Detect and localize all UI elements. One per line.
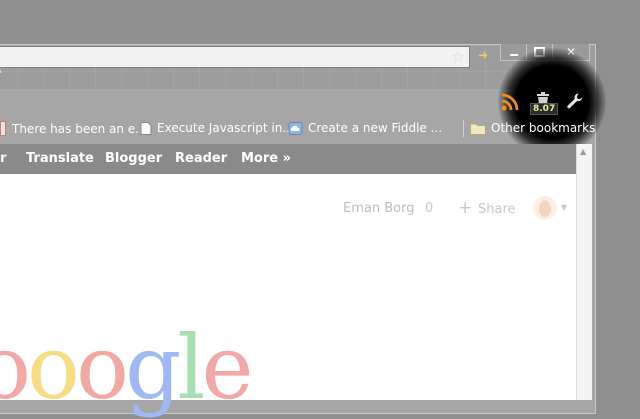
bookmark-item[interactable]: There has been an e...: [0, 121, 147, 136]
notification-count[interactable]: 0: [425, 201, 433, 216]
logo-letter: o: [0, 316, 31, 419]
rss-feed-icon[interactable]: [500, 92, 520, 112]
nav-item-blogger[interactable]: Blogger: [105, 151, 162, 166]
cloud-icon: [288, 121, 303, 135]
bookmark-label: Create a new Fiddle ...: [308, 121, 443, 135]
logo-letter: e: [201, 316, 253, 419]
folder-icon: [470, 123, 486, 135]
other-bookmarks-button[interactable]: Other bookmarks: [470, 121, 595, 135]
scrollbar[interactable]: ▲: [576, 144, 592, 400]
logo-letter: g: [124, 316, 181, 419]
bookmark-item[interactable]: Execute Javascript in...: [140, 121, 294, 135]
page-icon: [0, 121, 6, 136]
bookmarks-separator: [463, 120, 464, 137]
go-arrow-icon[interactable]: ➜: [478, 48, 488, 62]
account-dropdown-icon[interactable]: ▼: [561, 203, 567, 212]
google-nav-bar: r Translate Blogger Reader More »: [0, 144, 576, 175]
share-plus-icon[interactable]: +: [458, 198, 472, 218]
nav-item-more[interactable]: More »: [241, 151, 291, 166]
nav-item-translate[interactable]: Translate: [26, 151, 94, 166]
bookmark-label: Execute Javascript in...: [157, 121, 294, 135]
minimize-icon: [509, 54, 518, 56]
user-name[interactable]: Eman Borg: [343, 201, 414, 216]
logo-letter: l: [177, 316, 205, 419]
bookmark-star-icon[interactable]: ☆: [452, 48, 465, 66]
wrench-menu-icon[interactable]: [566, 92, 584, 110]
address-bar[interactable]: ☆: [0, 46, 470, 68]
logo-letter: o: [75, 316, 129, 419]
extension-badge: 8.07: [530, 103, 559, 115]
google-logo: ooogle: [0, 316, 254, 419]
page-icon: [140, 121, 152, 135]
bookmark-label: There has been an e...: [12, 121, 147, 136]
scroll-up-arrow-icon[interactable]: ▲: [580, 147, 586, 156]
nav-item-partial[interactable]: r: [0, 151, 6, 166]
nav-item-reader[interactable]: Reader: [175, 151, 227, 166]
other-bookmarks-label: Other bookmarks: [491, 121, 596, 135]
share-button[interactable]: Share: [478, 202, 516, 217]
avatar[interactable]: [532, 195, 558, 221]
bookmarks-bar: There has been an e... Execute Javascrip…: [0, 118, 600, 140]
bookmark-item[interactable]: Create a new Fiddle ...: [288, 121, 442, 135]
logo-letter: o: [26, 316, 80, 419]
